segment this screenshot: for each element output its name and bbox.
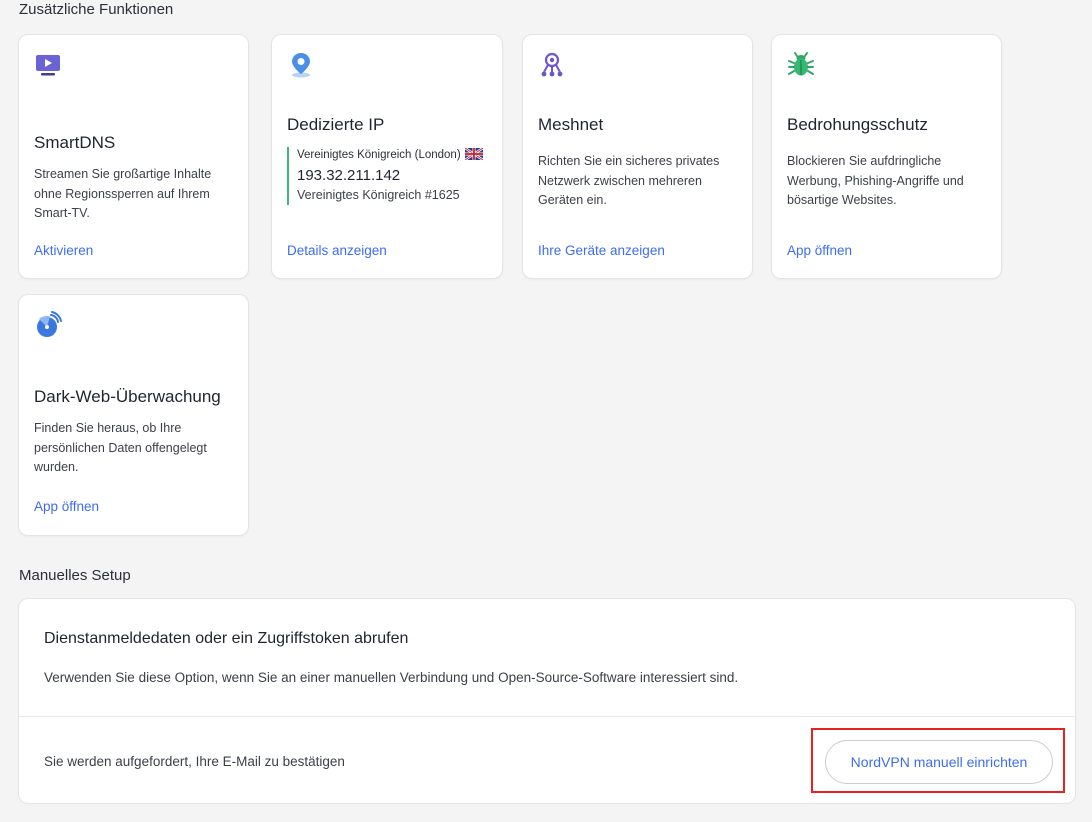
divider <box>19 716 1075 717</box>
radar-icon <box>34 311 62 339</box>
card-description: Blockieren Sie aufdringliche Werbung, Ph… <box>787 154 964 207</box>
manual-setup-card: Dienstanmeldedaten oder ein Zugriffstoke… <box>18 598 1076 804</box>
card-threat-protection: Bedrohungsschutz Blockieren Sie aufdring… <box>771 34 1002 279</box>
setup-description: Verwenden Sie diese Option, wenn Sie an … <box>44 670 739 685</box>
manual-setup-button[interactable]: NordVPN manuell einrichten <box>825 740 1053 784</box>
section-title-manual-setup: Manuelles Setup <box>19 567 131 584</box>
details-link[interactable]: Details anzeigen <box>287 243 387 258</box>
card-title: Dark-Web-Überwachung <box>34 387 221 406</box>
uk-flag-icon <box>464 146 484 163</box>
card-title: Meshnet <box>538 115 604 134</box>
open-app-link[interactable]: App öffnen <box>34 499 99 514</box>
dedicated-ip-details: Vereinigtes Königreich (London) 193.32.2… <box>287 146 507 205</box>
email-confirm-note: Sie werden aufgefordert, Ihre E-Mail zu … <box>44 754 345 769</box>
card-description: Streamen Sie großartige Inhalte ohne Reg… <box>34 167 212 220</box>
card-dark-web-monitor: Dark-Web-Überwachung Finden Sie heraus, … <box>18 294 249 536</box>
section-title-features: Zusätzliche Funktionen <box>19 1 174 18</box>
view-devices-link[interactable]: Ihre Geräte anzeigen <box>538 243 665 258</box>
activate-link[interactable]: Aktivieren <box>34 243 93 258</box>
card-dedicated-ip: Dedizierte IP Vereinigtes Königreich (Lo… <box>271 34 503 279</box>
card-description: Richten Sie ein sicheres privates Netzwe… <box>538 154 720 207</box>
card-title: Bedrohungsschutz <box>787 115 928 134</box>
card-description: Finden Sie heraus, ob Ihre persönlichen … <box>34 421 207 474</box>
card-title: Dedizierte IP <box>287 115 385 134</box>
ip-server-name: Vereinigtes Königreich #1625 <box>297 188 460 202</box>
meshnet-icon <box>538 51 566 79</box>
card-meshnet: Meshnet Richten Sie ein sicheres private… <box>522 34 753 279</box>
open-app-link[interactable]: App öffnen <box>787 243 852 258</box>
bug-icon <box>787 51 815 79</box>
ip-location: Vereinigtes Königreich (London) <box>297 149 461 161</box>
card-smartdns: SmartDNS Streamen Sie großartige Inhalte… <box>18 34 249 279</box>
location-pin-icon <box>287 51 315 79</box>
tv-play-icon <box>34 51 62 79</box>
setup-title: Dienstanmeldedaten oder ein Zugriffstoke… <box>44 630 409 647</box>
card-title: SmartDNS <box>34 133 116 152</box>
ip-address: 193.32.211.142 <box>297 167 401 184</box>
